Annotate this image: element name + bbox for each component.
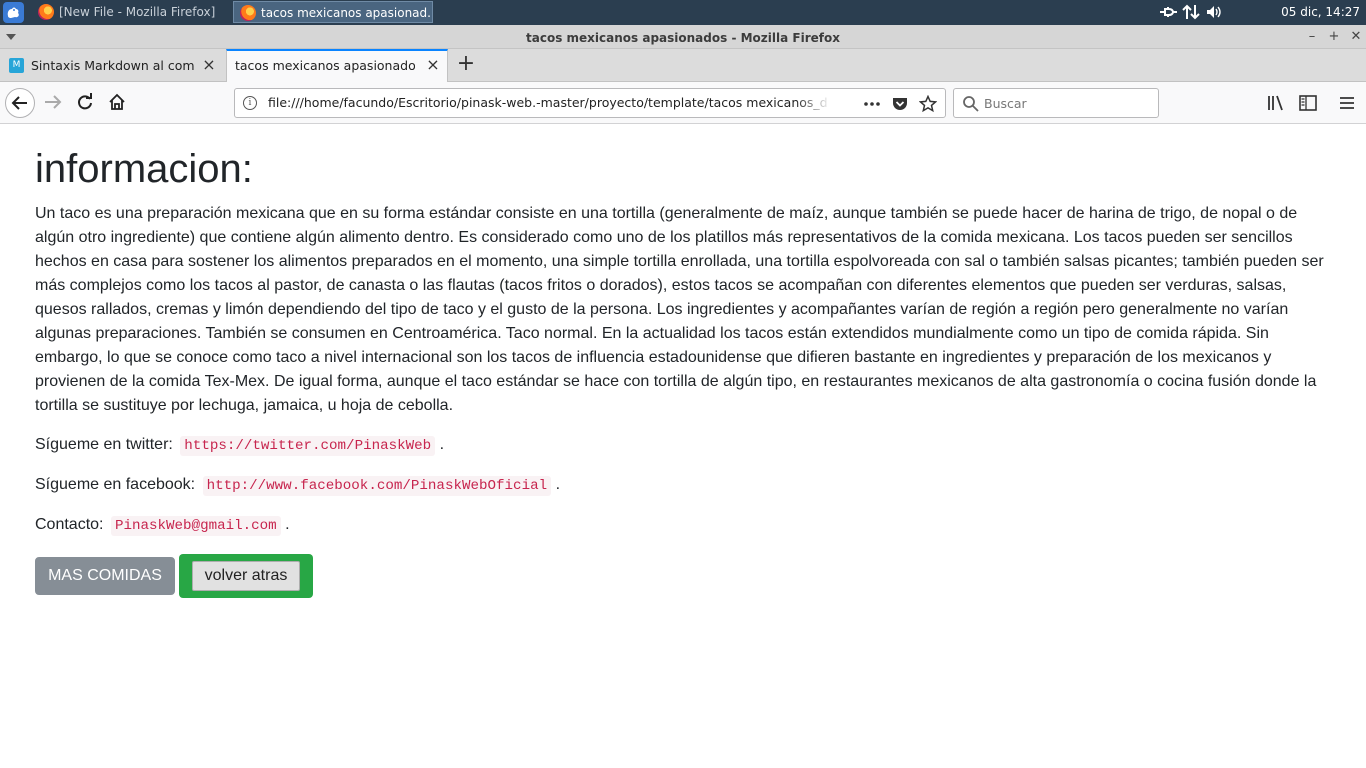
system-tray: 05 dic, 14:27	[1160, 0, 1366, 25]
xfce-menu-button[interactable]	[3, 2, 24, 23]
taskbar-item-tacos[interactable]: tacos mexicanos apasionad...	[233, 1, 433, 23]
xfce-mouse-icon	[7, 7, 19, 18]
contact-email[interactable]: PinaskWeb@gmail.com	[110, 516, 281, 536]
window-titlebar: tacos mexicanos apasionados - Mozilla Fi…	[0, 25, 1366, 49]
home-button[interactable]	[103, 88, 133, 118]
sidebar-toggle-icon[interactable]	[1297, 92, 1319, 114]
facebook-label: Sígueme en facebook:	[35, 476, 196, 493]
url-bar[interactable]: i file:///home/facundo/Escritorio/pinask…	[234, 88, 946, 118]
page-content: informacion: Un taco es una preparación …	[0, 125, 1366, 768]
library-icon[interactable]	[1265, 92, 1287, 114]
facebook-link[interactable]: http://www.facebook.com/PinaskWebOficial	[202, 476, 552, 496]
page-actions-icon[interactable]	[863, 95, 881, 113]
taskbar-item-new-file[interactable]: [New File - Mozilla Firefox]	[32, 1, 228, 23]
hamburger-menu-icon[interactable]	[1336, 92, 1358, 114]
back-arrow-icon	[11, 96, 27, 110]
taco-description: Un taco es una preparación mexicana que …	[35, 205, 1324, 414]
navigation-toolbar: i file:///home/facundo/Escritorio/pinask…	[0, 82, 1366, 124]
clock[interactable]: 05 dic, 14:27	[1281, 0, 1360, 25]
power-plug-icon[interactable]	[1158, 4, 1177, 20]
taskbar-item-label: tacos mexicanos apasionad...	[261, 6, 433, 20]
info-icon[interactable]: i	[243, 96, 257, 110]
volume-icon[interactable]	[1206, 4, 1224, 20]
tab-label: tacos mexicanos apasionados	[235, 58, 415, 73]
maximize-button[interactable]: +	[1326, 28, 1342, 46]
forward-button[interactable]	[39, 88, 69, 118]
tab-tacos[interactable]: tacos mexicanos apasionados ×	[226, 49, 448, 83]
back-button[interactable]	[5, 88, 35, 118]
twitter-link[interactable]: https://twitter.com/PinaskWeb	[180, 436, 436, 456]
bookmark-star-icon[interactable]	[918, 94, 938, 113]
firefox-icon	[240, 5, 256, 21]
tab-strip: M Sintaxis Markdown al completo × tacos …	[0, 49, 1366, 83]
url-text[interactable]: file:///home/facundo/Escritorio/pinask-w…	[268, 95, 828, 110]
contact-row: Contacto: PinaskWeb@gmail.com .	[35, 513, 290, 538]
facebook-row: Sígueme en facebook: http://www.facebook…	[35, 473, 560, 498]
twitter-label: Sígueme en twitter:	[35, 436, 173, 453]
search-input[interactable]	[984, 94, 1152, 112]
minimize-button[interactable]: –	[1304, 28, 1320, 46]
close-window-button[interactable]: ✕	[1348, 28, 1364, 46]
forward-arrow-icon	[45, 95, 62, 109]
pocket-icon[interactable]	[891, 95, 909, 113]
contact-label: Contacto:	[35, 516, 104, 533]
volver-atras-container[interactable]: volver atras	[179, 554, 313, 598]
markdown-favicon-icon: M	[9, 58, 24, 73]
network-arrows-icon[interactable]	[1182, 4, 1200, 20]
tab-label: Sintaxis Markdown al completo	[31, 58, 194, 73]
home-icon	[109, 93, 125, 110]
period: .	[285, 516, 290, 533]
page-title: informacion:	[35, 147, 253, 191]
search-icon	[963, 96, 979, 112]
search-bar[interactable]	[953, 88, 1159, 118]
os-taskbar: [New File - Mozilla Firefox] tacos mexic…	[0, 0, 1366, 25]
close-tab-icon[interactable]: ×	[425, 57, 441, 73]
volver-atras-button[interactable]: volver atras	[192, 561, 300, 591]
mas-comidas-button[interactable]: MAS COMIDAS	[35, 557, 175, 595]
twitter-row: Sígueme en twitter: https://twitter.com/…	[35, 433, 444, 458]
new-tab-button[interactable]: +	[455, 53, 477, 76]
tab-markdown[interactable]: M Sintaxis Markdown al completo ×	[0, 49, 226, 82]
reload-button[interactable]	[71, 88, 101, 118]
close-tab-icon[interactable]: ×	[201, 57, 217, 73]
period: .	[439, 436, 445, 453]
window-title: tacos mexicanos apasionados - Mozilla Fi…	[526, 31, 840, 45]
reload-icon	[78, 93, 92, 110]
taskbar-item-label: [New File - Mozilla Firefox]	[59, 5, 216, 19]
firefox-icon	[38, 4, 54, 20]
period: .	[555, 476, 561, 493]
